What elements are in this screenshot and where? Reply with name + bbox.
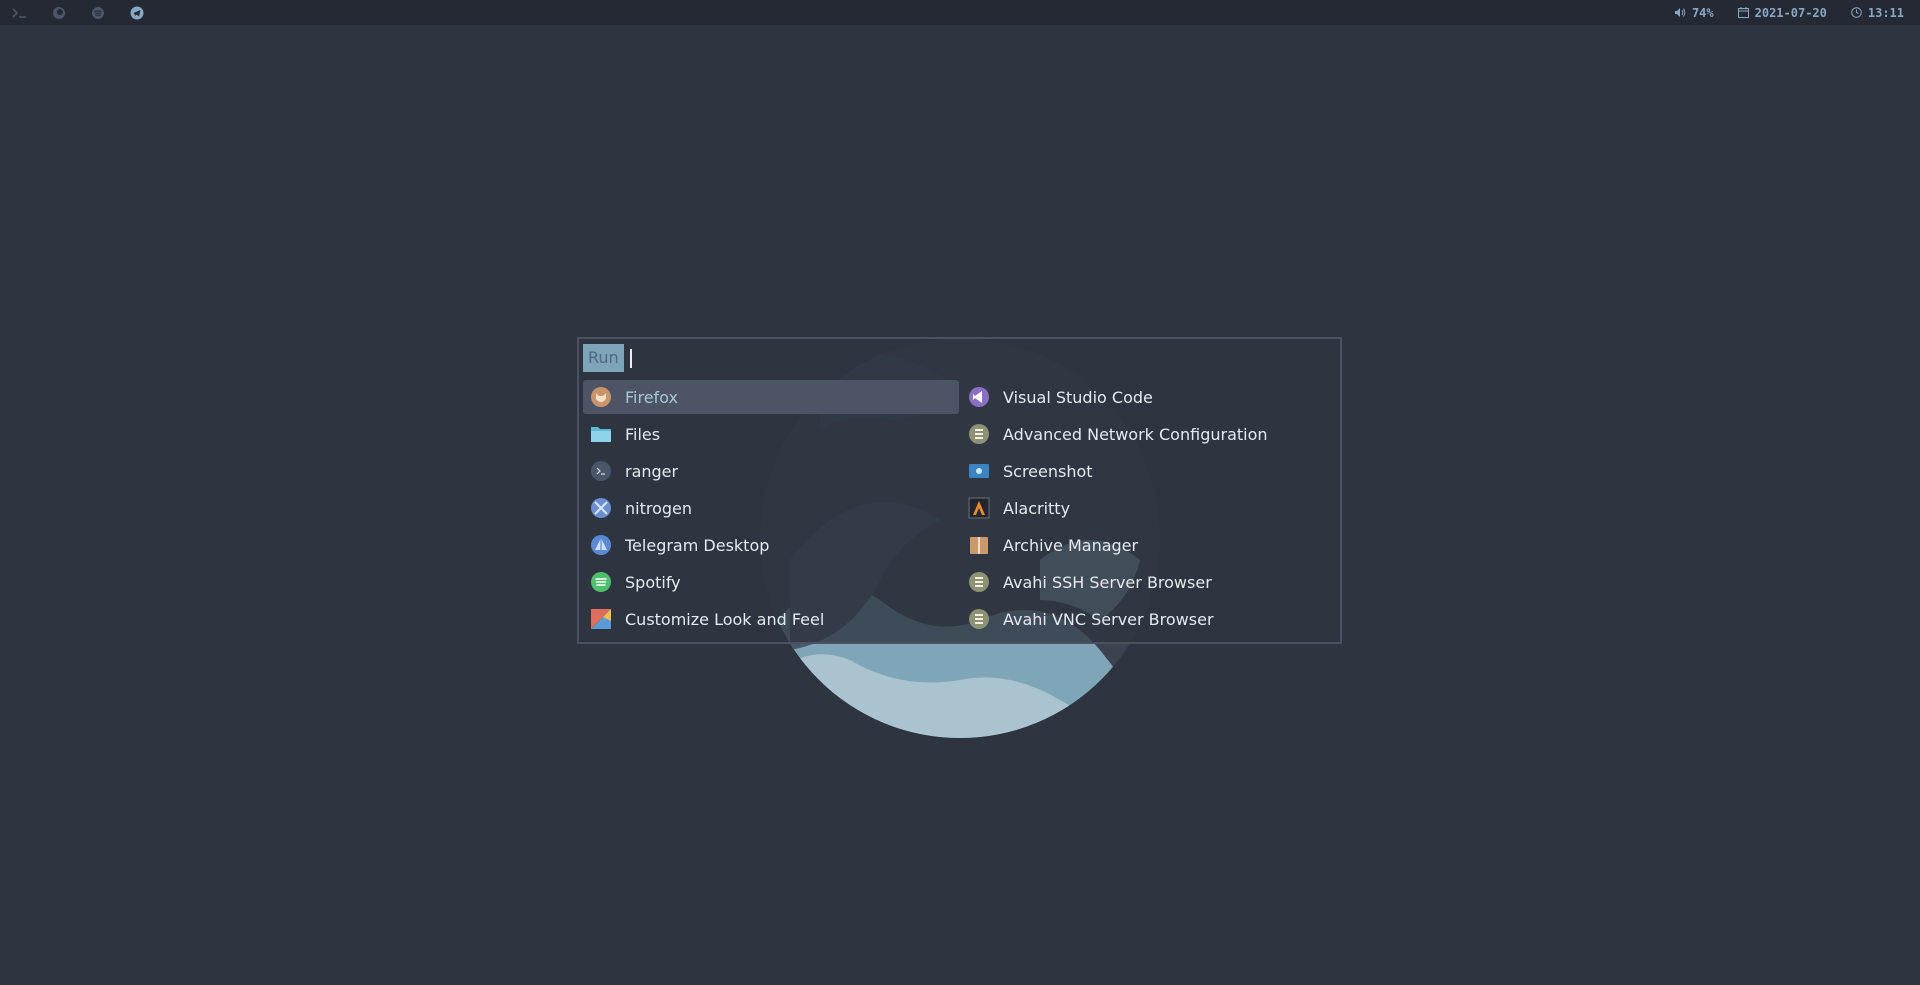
firefox-icon[interactable]	[49, 3, 68, 22]
terminal-icon	[589, 459, 613, 483]
spotify-icon	[589, 570, 613, 594]
clock-icon	[1851, 7, 1862, 18]
telegram-icon[interactable]	[127, 3, 146, 22]
app-launcher: Run Firefox Files ranger nitrogen Telegr…	[577, 337, 1342, 644]
entries-column-left: Firefox Files ranger nitrogen Telegram D…	[583, 380, 959, 639]
entry-ranger[interactable]: ranger	[583, 454, 959, 488]
entry-label: Avahi VNC Server Browser	[1003, 609, 1214, 629]
telegram-icon	[589, 533, 613, 557]
entry-avahi-ssh-server-browser[interactable]: Avahi SSH Server Browser	[961, 565, 1337, 599]
entry-label: Customize Look and Feel	[625, 609, 825, 629]
entry-label: Alacritty	[1003, 498, 1071, 518]
calendar-icon	[1737, 7, 1749, 18]
entry-spotify[interactable]: Spotify	[583, 565, 959, 599]
volume-indicator[interactable]: 74%	[1674, 6, 1714, 20]
entry-label: Avahi SSH Server Browser	[1003, 572, 1212, 592]
entry-visual-studio-code[interactable]: Visual Studio Code	[961, 380, 1337, 414]
entry-screenshot[interactable]: Screenshot	[961, 454, 1337, 488]
avahi-icon	[967, 570, 991, 594]
tray-right: 74% 2021-07-20 13:11	[1650, 0, 1920, 25]
entry-label: Firefox	[625, 387, 678, 407]
archive-icon	[967, 533, 991, 557]
date-indicator[interactable]: 2021-07-20	[1737, 5, 1827, 20]
avahi-icon	[967, 607, 991, 631]
launcher-search-input[interactable]	[637, 347, 938, 369]
volume-value: 74%	[1691, 5, 1714, 20]
entry-label: Advanced Network Configuration	[1003, 424, 1268, 444]
launcher-prompt: Run	[583, 344, 938, 372]
firefox-icon	[589, 385, 613, 409]
network-icon	[967, 422, 991, 446]
top-panel: 74% 2021-07-20 13:11	[0, 0, 1920, 25]
entry-label: Files	[625, 424, 661, 444]
entry-advanced-network-configuration[interactable]: Advanced Network Configuration	[961, 417, 1337, 451]
entry-label: Spotify	[625, 572, 681, 592]
appearance-icon	[589, 607, 613, 631]
vscode-icon	[967, 385, 991, 409]
alacritty-icon	[967, 496, 991, 520]
entry-firefox[interactable]: Firefox	[583, 380, 959, 414]
screenshot-icon	[967, 459, 991, 483]
entry-label: Visual Studio Code	[1003, 387, 1153, 407]
tray-left	[0, 0, 166, 25]
folder-icon	[589, 422, 613, 446]
entry-alacritty[interactable]: Alacritty	[961, 491, 1337, 525]
entries-column-right: Visual Studio Code Advanced Network Conf…	[961, 380, 1337, 639]
time-value: 13:11	[1867, 5, 1904, 20]
date-value: 2021-07-20	[1754, 5, 1827, 20]
spotify-icon[interactable]	[88, 3, 107, 22]
entry-files[interactable]: Files	[583, 417, 959, 451]
entry-label: Telegram Desktop	[625, 535, 770, 555]
nitrogen-icon	[589, 496, 613, 520]
entry-customize-look-and-feel[interactable]: Customize Look and Feel	[583, 602, 959, 636]
entry-label: ranger	[625, 461, 679, 481]
entry-label: nitrogen	[625, 498, 693, 518]
entry-telegram-desktop[interactable]: Telegram Desktop	[583, 528, 959, 562]
entry-archive-manager[interactable]: Archive Manager	[961, 528, 1337, 562]
entry-avahi-vnc-server-browser[interactable]: Avahi VNC Server Browser	[961, 602, 1337, 636]
terminal-icon[interactable]	[10, 3, 29, 22]
clock-indicator[interactable]: 13:11	[1851, 6, 1904, 20]
volume-icon	[1674, 8, 1686, 17]
entry-label: Archive Manager	[1003, 535, 1139, 555]
text-caret	[629, 348, 632, 368]
entry-label: Screenshot	[1003, 461, 1093, 481]
prompt-label: Run	[583, 344, 624, 372]
entry-nitrogen[interactable]: nitrogen	[583, 491, 959, 525]
